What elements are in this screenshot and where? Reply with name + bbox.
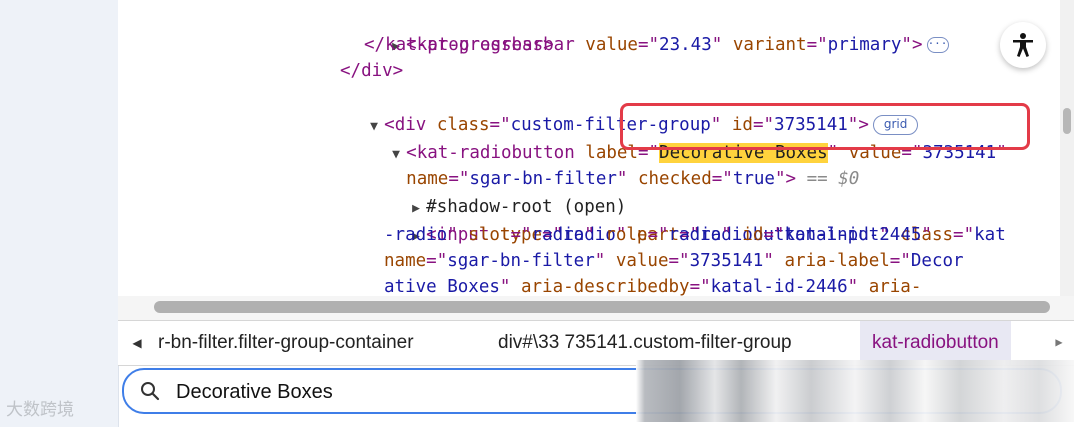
token-val: 3735141 [689,251,764,271]
token-val: 3735141 [922,143,997,163]
token-tag: =" [901,143,923,163]
token-tag: </kat-progressbar> [364,35,554,55]
accessibility-button[interactable] [1000,22,1046,68]
token-attr: aria- [868,277,922,296]
token-tag: =" [711,169,733,189]
token-val: Decor [910,251,964,271]
token-attr: name [384,251,427,271]
vertical-scrollbar-thumb[interactable] [1063,108,1071,134]
token-tag: " [594,251,616,271]
token-tag: " [711,35,733,55]
dom-node-progressbar-close[interactable]: </kat-progressbar> [364,32,554,58]
token-tag: =" [953,225,975,245]
token-attr: id [742,225,764,245]
selected-node-marker: == $0 [796,169,860,189]
token-attr: checked [637,169,712,189]
token-tag: " [921,225,932,245]
breadcrumb-item-kat-radiobutton[interactable]: kat-radiobutton [860,321,1011,365]
token-val: katal-id-2445 [784,225,922,245]
token-tag: " [447,225,469,245]
breadcrumb-item-filter-group-container[interactable]: r-bn-filter.filter-group-container [158,321,414,365]
search-input[interactable] [174,376,638,408]
token-attr: aria-describedby [520,277,690,296]
token-tag: "> [901,35,923,55]
dom-node-input-cont-3[interactable]: ative Boxes" aria-describedby="katal-id-… [384,274,921,296]
left-gutter [0,0,119,427]
token-attr: value [615,251,669,271]
dom-node-kat-radiobutton[interactable]: ▼ <kat-radiobutton label="Decorative Boxe… [350,114,1007,163]
token-tag: =" [637,35,660,55]
dom-node-input-cont-1[interactable]: -radio" slot="radio" role="radio" id="ka… [384,222,932,248]
token-val: true [732,169,775,189]
watermark: 大数跨境 [6,400,74,420]
token-attr: slot [468,225,511,245]
dom-node-shadow-root[interactable]: ▶ #shadow-root (open) [370,168,626,217]
token-tag: </div> [340,61,404,81]
token-attr: variant [732,35,807,55]
dom-node-input-cont-2[interactable]: name="sgar-bn-filter" value="3735141" ar… [384,248,964,274]
horizontal-scrollbar-thumb[interactable] [154,301,1050,313]
token-tag: "> [774,169,797,189]
token-tag: =" [806,35,828,55]
ellipsis-icon[interactable]: ··· [926,37,949,53]
dom-node-kat-radiobutton-cont[interactable]: name="sgar-bn-filter" checked="true"> ==… [364,140,859,189]
token-tag: " [499,277,521,296]
token-val: -radio [384,225,448,245]
dom-node-progressbar-open[interactable]: ▶ <kat-progressbar value="23.43" variant=… [350,6,949,55]
token-val: katal-id-2446 [710,277,848,296]
token-tag: =" [668,251,690,271]
token-tag: =" [689,277,711,296]
scroll-right-icon[interactable]: ▶ [1044,320,1074,364]
token-tag: =" [426,251,448,271]
token-val: radio [531,225,585,245]
token-tag: =" [889,251,911,271]
token-val: 23.43 [659,35,712,55]
vertical-scrollbar[interactable] [1060,0,1074,296]
dom-node-div-filter-group[interactable]: ▼ <div class="custom-filter-group" id="37… [328,86,919,135]
breadcrumb-item-custom-filter-group[interactable]: div#\33 735141.custom-filter-group [498,321,792,365]
blurred-region [636,360,1074,422]
token-val: radio [668,225,722,245]
token-tag: =" [647,225,669,245]
token-val: kat [974,225,1006,245]
token-attr: role [605,225,648,245]
scroll-left-icon[interactable]: ◀ [118,321,156,365]
token-val: primary [827,35,902,55]
elements-tree: ▶ <kat-progressbar value="23.43" variant=… [118,0,1058,296]
accessibility-icon [1013,33,1033,57]
token-val: sgar-bn-filter [447,251,595,271]
token-tag: =" [510,225,532,245]
token-attr: value [585,35,638,55]
token-tag: =" [763,225,785,245]
token-attr: aria-label [784,251,890,271]
token-tag: " [721,225,743,245]
token-tag: " [847,277,869,296]
dom-node-input[interactable]: ▶ <input type="radio" part="radiobutton-i… [370,196,1006,245]
token-tag: " [584,225,606,245]
token-val: ative Boxes [384,277,500,296]
search-icon [141,382,160,401]
token-tag: " [996,143,1007,163]
token-tag: " [763,251,785,271]
dom-node-div-close[interactable]: </div> [340,58,403,84]
